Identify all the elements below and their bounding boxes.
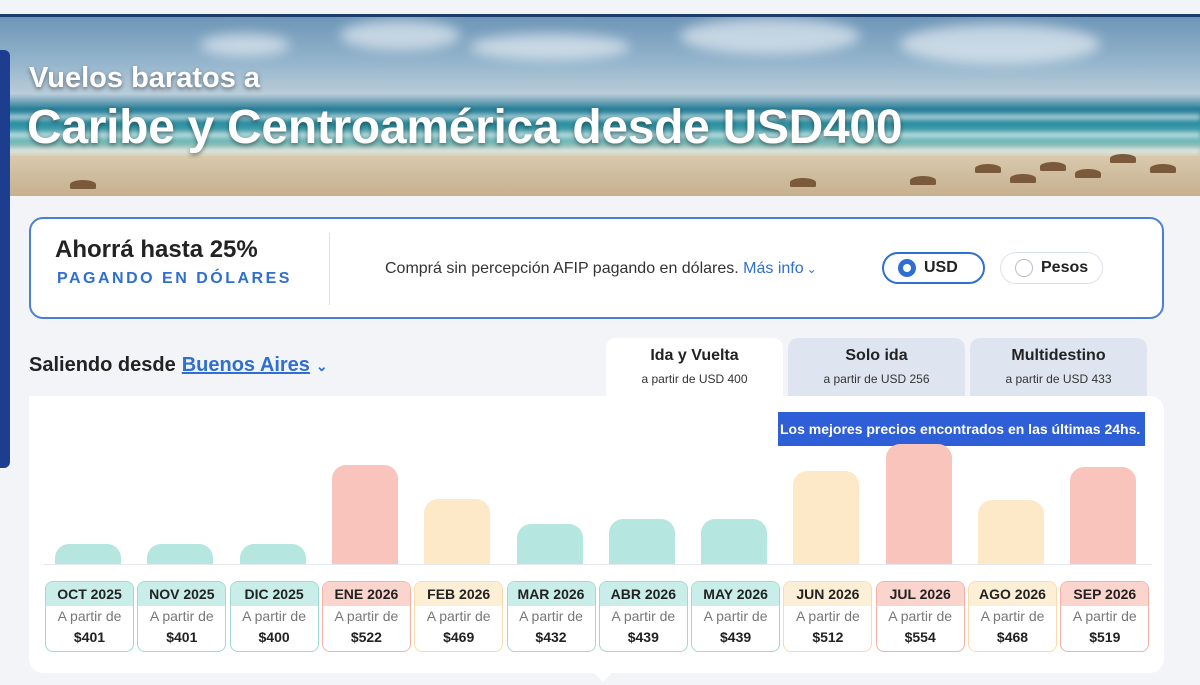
currency-option-pesos[interactable]: Pesos xyxy=(1000,252,1103,284)
month-label: ENE 2026 xyxy=(322,582,410,606)
month-price: $554 xyxy=(904,629,936,645)
flights-page: Vuelos baratos a Caribe y Centroamérica … xyxy=(0,0,1200,685)
month-price: $469 xyxy=(443,629,475,645)
chart-bar[interactable] xyxy=(239,544,306,564)
tab-label: Solo ida xyxy=(845,347,908,364)
more-info-label: Más info xyxy=(743,260,804,277)
promo-subtitle: PAGANDO EN DÓLARES xyxy=(57,270,292,287)
monthly-price-chart xyxy=(44,440,1152,564)
month-label: JUN 2026 xyxy=(784,582,872,606)
chart-bar[interactable] xyxy=(793,471,860,564)
month-price-card[interactable]: DIC 2025 A partir de $400 xyxy=(229,581,319,652)
month-label: AGO 2026 xyxy=(969,582,1056,606)
chevron-down-icon[interactable]: ⌄ xyxy=(316,358,328,375)
price-prefix-label: A partir de xyxy=(57,608,122,624)
promo-divider xyxy=(329,233,330,305)
tab-round-trip[interactable]: Ida y Vuelta a partir de USD 400 xyxy=(606,338,783,398)
radio-selected-icon xyxy=(898,259,916,277)
month-label: MAR 2026 xyxy=(507,582,595,606)
tab-label: Multidestino xyxy=(1011,347,1106,364)
tab-price: a partir de USD 400 xyxy=(641,372,748,386)
chart-baseline xyxy=(44,564,1152,565)
chart-bar[interactable] xyxy=(608,518,675,564)
month-label: MAY 2026 xyxy=(692,582,780,606)
month-label: FEB 2026 xyxy=(415,582,503,606)
origin-city-dropdown[interactable]: Buenos Aires xyxy=(182,354,310,376)
price-prefix-label: A partir de xyxy=(888,608,953,624)
currency-option-label: USD xyxy=(924,259,958,276)
chart-bar[interactable] xyxy=(1070,466,1137,564)
side-accent-bar xyxy=(0,50,10,468)
month-price-card[interactable]: MAY 2026 A partir de $439 xyxy=(691,581,781,652)
promo-text: Comprá sin percepción AFIP pagando en dó… xyxy=(385,260,739,277)
month-price: $401 xyxy=(166,629,198,645)
month-price-card[interactable]: JUL 2026 A partir de $554 xyxy=(875,581,965,652)
tab-price: a partir de USD 256 xyxy=(823,372,930,386)
price-prefix-label: A partir de xyxy=(242,608,306,624)
month-label: JUL 2026 xyxy=(876,582,964,606)
currency-option-label: Pesos xyxy=(1041,259,1089,276)
month-price-card[interactable]: ABR 2026 A partir de $439 xyxy=(598,581,688,652)
price-prefix-label: A partir de xyxy=(611,608,676,624)
month-price: $400 xyxy=(258,629,290,645)
month-price: $519 xyxy=(1089,629,1121,645)
month-label: NOV 2025 xyxy=(138,582,226,606)
month-label: OCT 2025 xyxy=(46,582,133,606)
price-prefix-label: A partir de xyxy=(1072,608,1137,624)
tab-multi-destination[interactable]: Multidestino a partir de USD 433 xyxy=(970,338,1147,398)
month-label: DIC 2025 xyxy=(230,582,318,606)
month-price-card[interactable]: OCT 2025 A partir de $401 xyxy=(45,581,134,652)
dollar-promo-card: Ahorrá hasta 25% PAGANDO EN DÓLARES Comp… xyxy=(29,217,1164,319)
currency-option-usd[interactable]: USD xyxy=(882,252,985,284)
price-prefix-label: A partir de xyxy=(980,608,1045,624)
chart-bar[interactable] xyxy=(701,518,768,564)
month-price: $512 xyxy=(812,629,844,645)
price-prefix-label: A partir de xyxy=(426,608,491,624)
promo-title: Ahorrá hasta 25% xyxy=(55,236,258,263)
hero-top-border xyxy=(0,14,1200,17)
price-prefix-label: A partir de xyxy=(795,608,860,624)
month-price: $432 xyxy=(535,629,567,645)
chart-bar[interactable] xyxy=(147,543,214,564)
month-price: $522 xyxy=(350,629,382,645)
origin-selector: Saliendo desde Buenos Aires ⌄ xyxy=(29,354,328,377)
more-info-link[interactable]: Más info ⌄ xyxy=(743,260,817,277)
price-prefix-label: A partir de xyxy=(334,608,399,624)
chart-bar[interactable] xyxy=(55,543,121,564)
month-price: $401 xyxy=(73,629,106,645)
origin-label: Saliendo desde xyxy=(29,354,176,376)
chart-bar[interactable] xyxy=(516,523,583,564)
month-price-card[interactable]: ENE 2026 A partir de $522 xyxy=(321,581,411,652)
tab-label: Ida y Vuelta xyxy=(650,347,739,364)
month-label: SEP 2026 xyxy=(1061,582,1149,606)
panel-pointer xyxy=(593,672,613,682)
month-price: $468 xyxy=(996,629,1029,645)
price-prefix-label: A partir de xyxy=(519,608,583,624)
month-label: ABR 2026 xyxy=(599,582,687,606)
chart-bar[interactable] xyxy=(885,443,952,564)
price-prefix-label: A partir de xyxy=(149,608,214,624)
month-price: $439 xyxy=(720,629,752,645)
month-price-card[interactable]: FEB 2026 A partir de $469 xyxy=(414,581,504,652)
month-price-card[interactable]: JUN 2026 A partir de $512 xyxy=(783,581,873,652)
month-price-card[interactable]: AGO 2026 A partir de $468 xyxy=(968,581,1057,652)
chart-bar[interactable] xyxy=(424,499,491,564)
hero-subtitle: Vuelos baratos a xyxy=(29,62,261,94)
promo-description: Comprá sin percepción AFIP pagando en dó… xyxy=(385,260,817,278)
chart-bar[interactable] xyxy=(331,464,398,564)
month-price-card[interactable]: MAR 2026 A partir de $432 xyxy=(506,581,596,652)
hero-title: Caribe y Centroamérica desde USD400 xyxy=(27,101,903,154)
month-price-card[interactable]: SEP 2026 A partir de $519 xyxy=(1060,581,1150,652)
radio-unselected-icon xyxy=(1015,259,1033,277)
chevron-down-icon: ⌄ xyxy=(806,262,817,276)
chart-bar[interactable] xyxy=(978,500,1044,564)
tab-one-way[interactable]: Solo ida a partir de USD 256 xyxy=(788,338,965,398)
month-price-card[interactable]: NOV 2025 A partir de $401 xyxy=(137,581,227,652)
tab-price: a partir de USD 433 xyxy=(1005,372,1112,386)
month-price: $439 xyxy=(627,629,659,645)
price-prefix-label: A partir de xyxy=(703,608,768,624)
